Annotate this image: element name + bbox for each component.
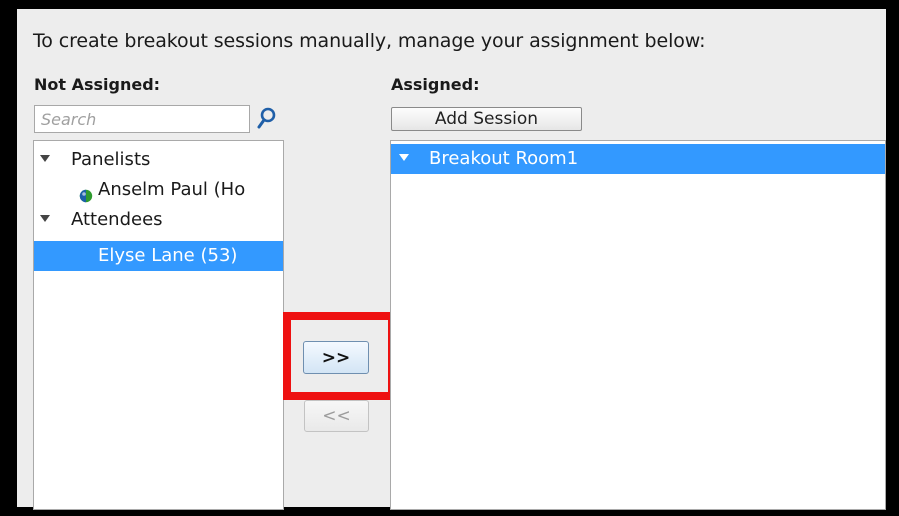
unassign-button[interactable]: << xyxy=(304,400,369,432)
assigned-header: Assigned: xyxy=(391,75,480,94)
attendees-label: Attendees xyxy=(71,209,163,230)
instruction-text: To create breakout sessions manually, ma… xyxy=(33,30,706,52)
presenter-status-icon xyxy=(79,183,93,203)
not-assigned-header: Not Assigned: xyxy=(34,75,161,94)
expand-triangle-icon[interactable] xyxy=(40,205,50,235)
breakout-room-label: Breakout Room1 xyxy=(429,148,579,169)
assign-button[interactable]: >> xyxy=(303,341,369,374)
assigned-list[interactable]: Breakout Room1 xyxy=(390,140,886,510)
add-session-button[interactable]: Add Session xyxy=(391,107,582,131)
tree-group-panelists[interactable]: Panelists xyxy=(34,145,283,175)
panelists-label: Panelists xyxy=(71,149,151,170)
expand-triangle-icon[interactable] xyxy=(40,145,50,175)
tree-group-attendees[interactable]: Attendees xyxy=(34,205,283,235)
search-input[interactable] xyxy=(35,106,249,132)
tree-item-panelist[interactable]: Anselm Paul (Ho xyxy=(34,175,283,205)
search-icon[interactable] xyxy=(256,106,278,130)
tree-item-breakout-room[interactable]: Breakout Room1 xyxy=(391,144,885,174)
attendee-name: Elyse Lane (53) xyxy=(98,245,238,266)
panelist-name: Anselm Paul (Ho xyxy=(98,179,246,200)
tree-item-attendee[interactable]: Elyse Lane (53) xyxy=(34,241,283,271)
expand-triangle-icon[interactable] xyxy=(399,144,409,174)
search-field[interactable] xyxy=(34,105,250,133)
not-assigned-list[interactable]: Panelists Anselm Paul (Ho Attendees Elys… xyxy=(33,140,284,510)
